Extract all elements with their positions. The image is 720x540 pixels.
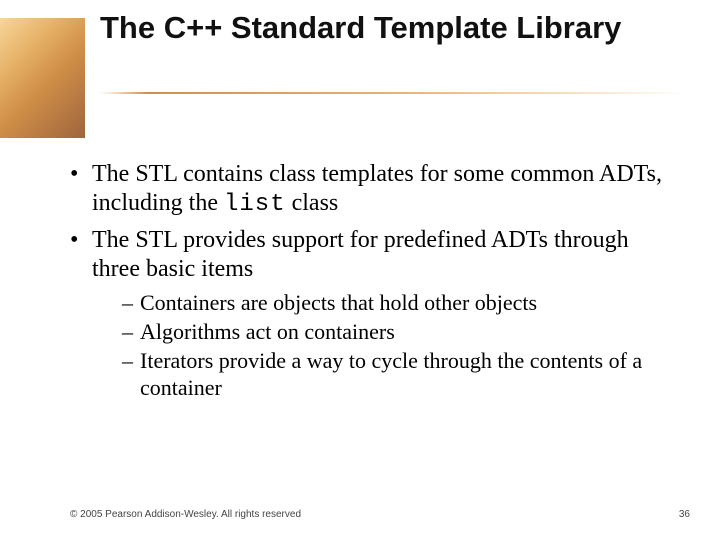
- sub-bullet-list: Containers are objects that hold other o…: [92, 290, 670, 401]
- sub-bullet-item: Algorithms act on containers: [122, 319, 670, 346]
- bullet-text: The STL provides support for predefined …: [92, 227, 629, 282]
- title-underline: [100, 92, 690, 94]
- bullet-item: The STL provides support for predefined …: [70, 226, 670, 402]
- bullet-item: The STL contains class templates for som…: [70, 160, 670, 220]
- sub-bullet-item: Containers are objects that hold other o…: [122, 290, 670, 317]
- bullet-list: The STL contains class templates for som…: [70, 160, 670, 401]
- code-literal: list: [224, 191, 286, 218]
- sub-bullet-item: Iterators provide a way to cycle through…: [122, 348, 670, 402]
- page-number: 36: [679, 509, 690, 520]
- slide-title: The C++ Standard Template Library: [100, 10, 690, 47]
- header: The C++ Standard Template Library: [0, 10, 720, 100]
- bullet-text-pre: The STL contains class templates for som…: [92, 161, 662, 216]
- slide: The C++ Standard Template Library The ST…: [0, 0, 720, 540]
- footer: © 2005 Pearson Addison-Wesley. All right…: [70, 509, 690, 520]
- bullet-text-post: class: [286, 190, 339, 216]
- body: The STL contains class templates for som…: [70, 160, 670, 407]
- copyright-text: © 2005 Pearson Addison-Wesley. All right…: [70, 509, 301, 520]
